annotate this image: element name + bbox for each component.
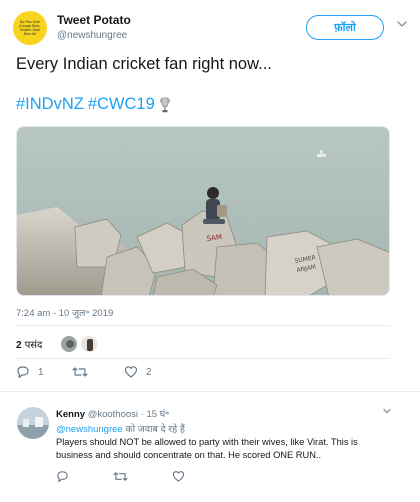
reply-author-name[interactable]: Kenny <box>56 409 85 420</box>
heart-icon <box>124 366 138 378</box>
hashtag-link[interactable]: #CWC19 <box>88 95 155 114</box>
reply-author-handle[interactable]: @koothoosi <box>88 409 138 420</box>
reply-icon <box>17 366 29 379</box>
reply-time[interactable]: · 15 घं॰ <box>141 409 170 420</box>
retweet-icon[interactable] <box>113 470 128 483</box>
chevron-down-icon[interactable] <box>382 406 392 416</box>
chevron-down-icon[interactable] <box>396 18 408 30</box>
tweet-actions: 1 2 <box>16 365 152 379</box>
reply-mention[interactable]: @newshungree <box>56 424 123 435</box>
hashtag-link[interactable]: #INDvNZ <box>16 95 84 114</box>
tweet-timestamp[interactable]: 7:24 am - 10 जुल॰ 2019 <box>16 306 113 319</box>
likes-count: 2 पसंद <box>16 337 42 351</box>
likes-number: 2 <box>16 340 22 351</box>
divider <box>16 325 390 326</box>
heart-icon[interactable] <box>172 470 185 483</box>
author-handle[interactable]: @newshungree <box>57 30 131 41</box>
reply-action[interactable]: 1 <box>16 365 72 379</box>
author-name[interactable]: Tweet Potato <box>57 13 131 27</box>
tweet-text: Every Indian cricket fan right now... <box>16 55 272 73</box>
reply-text: Players should NOT be allowed to party w… <box>56 437 358 460</box>
liker-avatar[interactable] <box>80 335 99 353</box>
like-action[interactable]: 2 <box>124 365 152 379</box>
reply-header: Kenny @koothoosi · 15 घं॰ <box>56 407 169 420</box>
tweet-hashtags: #INDvNZ #CWC19 <box>16 95 171 114</box>
avatar-logo-text: Do Pao Kum Jhappe Bala, Shabhi Daal Bola… <box>19 20 41 36</box>
likes-summary[interactable]: 2 पसंद <box>16 332 99 356</box>
follow-button[interactable]: फ़ॉलो <box>306 15 384 40</box>
likes-label: पसंद <box>24 340 43 351</box>
reply-count: 1 <box>38 366 44 378</box>
author-info[interactable]: Tweet Potato @newshungree <box>57 13 131 41</box>
reply-avatar[interactable] <box>17 407 49 439</box>
retweet-icon <box>72 367 88 377</box>
retweet-action[interactable] <box>72 365 124 379</box>
tweet-media-image[interactable]: SAM SUMER ANJAM <box>16 126 390 296</box>
replying-to: @newshungree को जवाब दे रहे हैं <box>56 422 185 435</box>
reply-actions <box>56 470 185 483</box>
like-count: 2 <box>146 366 152 378</box>
reply-icon[interactable] <box>56 470 69 483</box>
liker-avatar[interactable] <box>60 335 79 353</box>
divider <box>16 358 390 359</box>
tweet-card: Do Pao Kum Jhappe Bala, Shabhi Daal Bola… <box>0 0 420 392</box>
media-scene: SAM SUMER ANJAM <box>17 127 389 295</box>
trophy-icon <box>159 97 170 112</box>
author-avatar[interactable]: Do Pao Kum Jhappe Bala, Shabhi Daal Bola… <box>13 11 47 45</box>
replying-to-text: को जवाब दे रहे हैं <box>122 424 185 435</box>
